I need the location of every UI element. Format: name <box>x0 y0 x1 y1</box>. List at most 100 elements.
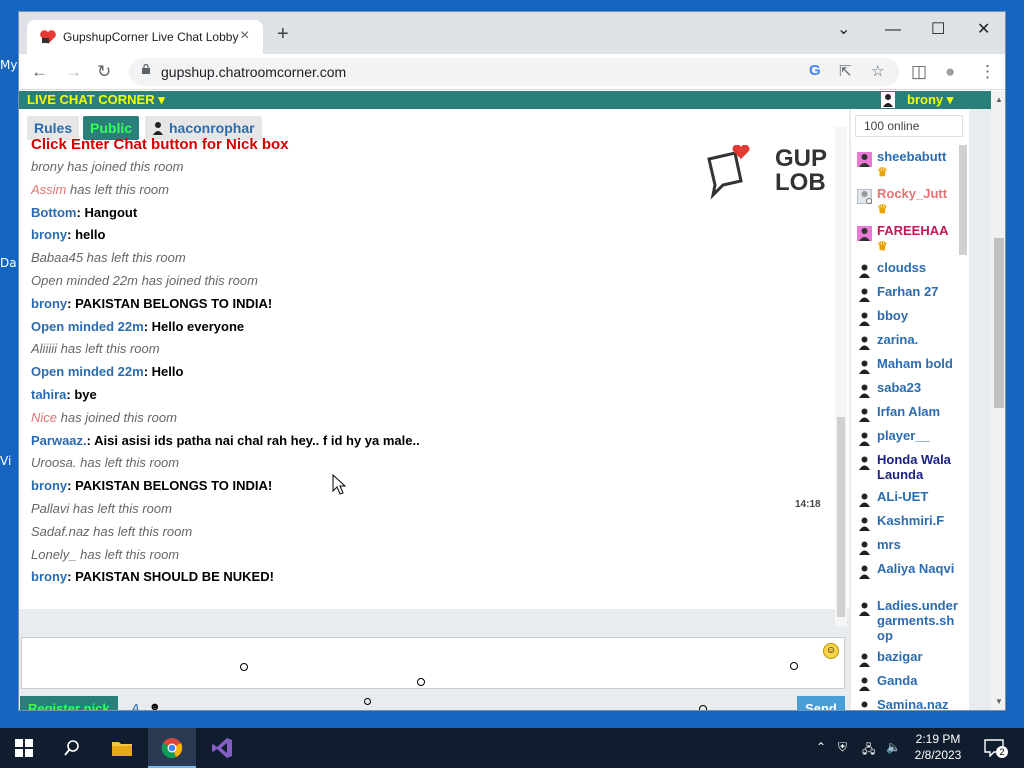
back-button[interactable]: ← <box>31 62 48 82</box>
input-marker <box>699 705 707 710</box>
notification-count: 2 <box>996 746 1008 758</box>
page-scrollbar[interactable]: ▲ ▼ <box>991 91 1005 710</box>
male-icon <box>859 677 870 691</box>
message-nick[interactable]: Open minded 22m <box>31 319 144 334</box>
chat-message: brony: hello <box>31 227 105 242</box>
desktop-label: Vi <box>0 454 12 468</box>
send-button[interactable]: Send <box>797 696 845 710</box>
male-icon <box>861 701 868 708</box>
message-text: has joined this room <box>57 409 177 425</box>
emoticon-icon[interactable]: ☻ <box>149 701 161 710</box>
tab-search-icon[interactable]: ⌄ <box>837 20 850 40</box>
system-message-text: Pallavi has left this room <box>31 501 172 516</box>
current-user-menu[interactable]: brony ▾ <box>907 92 953 108</box>
message-input[interactable] <box>21 637 845 689</box>
system-clock[interactable]: 2:19 PM 2/8/2023 <box>908 731 968 763</box>
chat-message: Aliiiii has left this room <box>31 341 160 356</box>
user-name: Irfan Alam <box>877 404 941 419</box>
male-icon <box>859 456 870 470</box>
system-message-text: brony has joined this room <box>31 159 184 174</box>
tab-close-icon[interactable]: × <box>240 27 249 45</box>
message-nick[interactable]: tahira <box>31 387 66 402</box>
chat-scrollbar[interactable] <box>835 127 847 627</box>
user-name: Maham bold <box>877 356 953 371</box>
chrome-button[interactable] <box>148 728 196 768</box>
file-explorer-button[interactable] <box>98 728 146 768</box>
user-name: Samina.naz <box>877 697 949 711</box>
user-name: zarina. <box>877 332 919 347</box>
message-nick[interactable]: Bottom <box>31 205 77 220</box>
chat-message: Open minded 22m: Hello <box>31 364 183 379</box>
show-hidden-icons[interactable]: ⌃ <box>816 740 826 754</box>
male-icon <box>859 653 870 667</box>
google-translate-icon[interactable]: G <box>809 62 821 79</box>
user-name: sheebabutt <box>877 149 947 164</box>
maximize-button[interactable]: ☐ <box>931 20 945 40</box>
notifications-button[interactable]: 2 <box>978 728 1010 768</box>
emoji-icon[interactable]: ☺ <box>823 643 839 659</box>
chat-message: Assim has left this room <box>31 182 169 197</box>
chat-message: Open minded 22m has joined this room <box>31 273 258 288</box>
chat-message: brony has joined this room <box>31 159 183 174</box>
message-nick[interactable]: Assim <box>31 182 66 197</box>
chat-message: Uroosa. has left this room <box>31 455 179 470</box>
address-bar[interactable]: gupshup.chatroomcorner.com G ⇱ ☆ <box>129 58 899 86</box>
system-message-text: Aliiiii has left this room <box>31 341 160 357</box>
user-name: ALi-UET <box>877 489 929 504</box>
male-icon <box>859 288 870 302</box>
forward-button[interactable]: → <box>65 62 82 82</box>
message-timestamp: 14:18 <box>795 499 821 510</box>
new-tab-button[interactable]: + <box>277 24 289 44</box>
user-name: FAREEHAA <box>877 223 949 238</box>
site-brand-menu[interactable]: LIVE CHAT CORNER ▾ <box>27 92 165 108</box>
message-nick[interactable]: brony <box>31 569 67 584</box>
chat-message: Parwaaz.: Aisi asisi ids patha nai chal … <box>31 433 420 448</box>
male-icon <box>859 541 870 555</box>
start-button[interactable] <box>0 728 48 768</box>
minimize-button[interactable]: — <box>885 20 901 40</box>
male-icon <box>859 336 870 350</box>
windows-icon <box>15 739 33 757</box>
chat-message: brony: PAKISTAN BELONGS TO INDIA! <box>31 478 272 493</box>
search-button[interactable] <box>48 728 96 768</box>
clock-time: 2:19 PM <box>915 732 961 746</box>
profile-icon[interactable]: ● <box>945 62 955 82</box>
chat-message: tahira: bye <box>31 387 97 402</box>
user-list-scrollbar[interactable] <box>959 145 967 255</box>
user-name: Farhan 27 <box>877 284 939 299</box>
desktop-label: My <box>0 58 18 72</box>
browser-window: GupshupCorner Live Chat Lobby × + ⌄ — ☐ … <box>18 11 1006 711</box>
volume-icon[interactable]: 🔈 <box>886 740 901 754</box>
input-marker <box>790 662 798 670</box>
reload-button[interactable]: ↻ <box>97 62 111 82</box>
message-nick[interactable]: Open minded 22m <box>31 364 144 379</box>
text-format-icon[interactable]: A <box>131 701 140 710</box>
message-text: : Aisi asisi ids patha nai chal rah hey.… <box>86 432 420 448</box>
message-nick[interactable]: Nice <box>31 410 57 425</box>
message-nick[interactable]: Parwaaz. <box>31 433 87 448</box>
browser-tab[interactable]: GupshupCorner Live Chat Lobby × <box>27 20 263 54</box>
crown-icon: ♛ <box>877 239 888 253</box>
user-icon <box>153 122 163 135</box>
side-panel-icon[interactable]: ◫ <box>911 62 927 82</box>
system-message-text: Uroosa. has left this room <box>31 455 180 471</box>
male-icon <box>859 264 870 278</box>
network-icon[interactable]: 🖧 <box>862 740 875 761</box>
message-nick[interactable]: brony <box>31 478 67 493</box>
visual-studio-button[interactable] <box>198 728 246 768</box>
menu-icon[interactable]: ⋮ <box>979 62 996 82</box>
message-nick[interactable]: brony <box>31 296 67 311</box>
male-icon <box>859 408 870 422</box>
register-nick-button[interactable]: Register nick <box>20 696 118 710</box>
chrome-icon <box>161 738 183 758</box>
share-icon[interactable]: ⇱ <box>839 62 852 80</box>
site-logo: GUP LOB <box>705 145 849 201</box>
bookmark-star-icon[interactable]: ☆ <box>871 62 884 80</box>
clock-date: 2/8/2023 <box>914 748 962 762</box>
message-text: has left this room <box>66 181 169 197</box>
user-name: saba23 <box>877 380 922 395</box>
online-count-field[interactable]: 100 online <box>855 115 963 137</box>
security-icon[interactable]: ⛨ <box>838 740 847 755</box>
message-nick[interactable]: brony <box>31 227 67 242</box>
close-window-button[interactable]: ✕ <box>977 20 990 40</box>
